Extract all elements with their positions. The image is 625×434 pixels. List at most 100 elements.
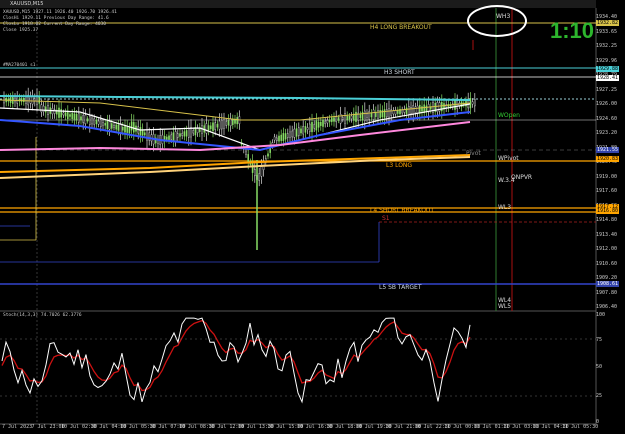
candle-body	[346, 115, 349, 121]
price-tick-label: 1907.80	[596, 289, 618, 296]
candle-body	[379, 109, 382, 118]
level-label-s1: S1	[382, 215, 390, 222]
candle-body	[388, 108, 390, 118]
price-tick-label: 1910.60	[596, 260, 618, 267]
candle-body	[86, 118, 89, 122]
candle-body	[425, 105, 428, 112]
candle-body	[183, 131, 186, 137]
level-label-l3: L3 LONG	[386, 162, 413, 169]
candle-body	[174, 131, 177, 141]
candle-body	[117, 124, 120, 131]
candle-body	[298, 127, 300, 136]
candle-body	[207, 125, 210, 131]
candle-body	[176, 133, 179, 138]
price-tag: 1920.83	[596, 156, 620, 162]
candle-body	[229, 118, 232, 127]
candle-body	[220, 119, 223, 130]
candle-body	[247, 154, 250, 162]
candle-body	[403, 109, 406, 113]
candle-body	[121, 127, 124, 131]
candle-body	[471, 101, 474, 105]
candle-body	[64, 112, 67, 117]
candle-body	[344, 113, 346, 124]
candle-body	[311, 121, 313, 133]
weekly-label-onpvr: ONPVR	[511, 174, 533, 181]
candle-body	[326, 120, 329, 124]
candle-body	[75, 114, 78, 121]
time-tick-label: 7 Jul 2023	[2, 424, 33, 430]
candle-body	[165, 136, 168, 140]
candle-body	[139, 127, 142, 136]
candle-body	[124, 126, 126, 133]
candle-body	[331, 117, 333, 122]
candle-body	[95, 119, 98, 125]
price-chart[interactable]	[0, 0, 625, 434]
candle-body	[335, 116, 338, 123]
candle-body	[196, 128, 199, 133]
level-label-l4: L4 SHORT BREAKOUT	[370, 207, 434, 214]
weekly-label-wopen: WOpen	[498, 112, 520, 119]
candle-body	[110, 123, 113, 129]
candle-body	[419, 104, 421, 114]
price-tick-label: 1906.40	[596, 304, 618, 310]
risk-reward-ratio: 1:10	[550, 18, 595, 43]
price-tag: 1929.88	[596, 66, 620, 72]
candle-body	[410, 107, 412, 114]
candle-body	[181, 133, 184, 136]
candle-body	[342, 117, 344, 120]
candle-body	[405, 107, 408, 115]
candle-body	[130, 121, 133, 131]
candle-body	[372, 109, 375, 120]
candle-body	[42, 105, 45, 112]
candle-body	[126, 126, 128, 133]
chart-window: XAUUSD,M15 XAUUSD,M15 1927.11 1926.40 19…	[0, 0, 625, 434]
candle-body	[474, 99, 476, 107]
weekly-label-wpivot: WPivot	[498, 155, 519, 162]
candle-body	[187, 128, 190, 138]
candle-body	[91, 117, 93, 125]
candle-body	[108, 121, 111, 130]
info-line-2: ClosHi 1929.11 Previous Day Range: 41.6	[3, 16, 109, 21]
candle-body	[66, 110, 69, 120]
candle-body	[324, 120, 327, 124]
candle-body	[225, 121, 228, 126]
price-tag: 1916.80	[596, 208, 620, 214]
info-line-3: ClosLo 1918.02 Current Day Range: 4030	[3, 22, 106, 27]
indicator-label: #MA270401 s1	[3, 63, 36, 68]
candle-body	[25, 96, 27, 104]
candle-body	[143, 132, 146, 136]
candle-body	[172, 132, 175, 141]
candle-body	[93, 118, 95, 125]
oscillator-tick-label: 50	[596, 364, 603, 370]
price-tick-label: 1913.40	[596, 231, 618, 238]
candle-body	[45, 106, 47, 113]
candle-body	[253, 169, 256, 177]
candle-body	[408, 105, 410, 116]
candle-body	[320, 122, 322, 126]
candle-body	[115, 124, 117, 130]
candle-body	[273, 136, 276, 141]
weekly-label-wl3: WL3	[498, 204, 512, 211]
candle-body	[392, 110, 395, 115]
candle-body	[205, 123, 208, 134]
level-label-l5: L5 SB TARGET	[379, 284, 422, 291]
candle-body	[192, 130, 195, 134]
level-label-pivot: Pivot	[466, 150, 481, 157]
candle-body	[179, 133, 181, 137]
price-tick-label: 1926.00	[596, 101, 618, 107]
info-line-1: XAUUSD,M15 1927.11 1926.40 1926.70 1926.…	[3, 10, 117, 15]
candle-body	[102, 122, 104, 126]
candle-body	[104, 123, 106, 126]
candle-body	[106, 120, 109, 130]
candle-body	[280, 134, 283, 141]
candle-body	[282, 133, 285, 141]
candle-body	[71, 113, 73, 120]
candle-body	[414, 106, 417, 113]
oscillator-tick-label: 25	[596, 393, 603, 399]
price-tick-label: 1919.00	[596, 173, 618, 180]
oscillator-tick-label: 75	[596, 337, 603, 343]
candle-body	[84, 114, 87, 124]
price-tick-label: 1923.20	[596, 130, 618, 136]
candle-body	[168, 135, 170, 140]
candle-body	[214, 122, 217, 130]
